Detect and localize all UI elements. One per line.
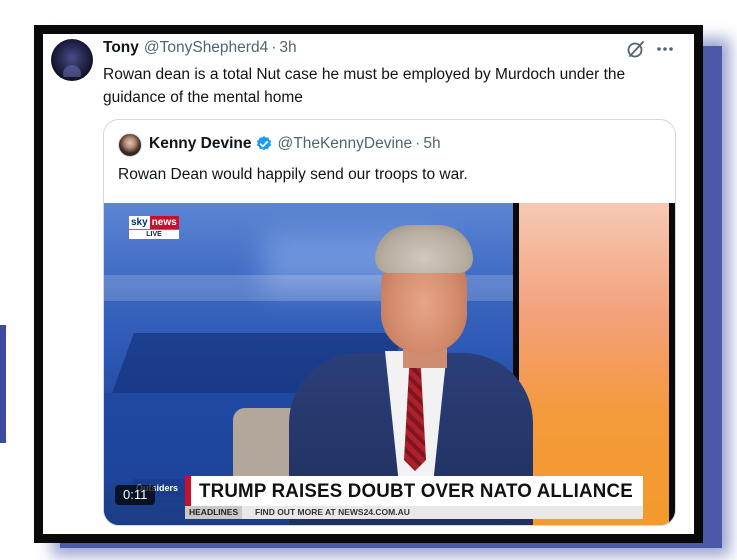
headline-text: TRUMP RAISES DOUBT OVER NATO ALLIANCE [199,480,633,502]
quoted-tweet-time[interactable]: 5h [423,135,440,153]
author-name[interactable]: Tony [103,39,139,57]
quoted-tweet-text: Rowan Dean would happily send our troops… [118,166,468,183]
more-icon[interactable] [654,39,676,59]
video-edge [669,203,675,525]
logo-news: news [149,216,179,229]
ticker-bar: HEADLINES FIND OUT MORE AT NEWS24.COM.AU [185,506,643,519]
quoted-tweet[interactable]: Kenny Devine @TheKennyDevine · 5h Rowan … [103,119,676,526]
tweet-time[interactable]: 3h [279,39,296,57]
headline-bar: TRUMP RAISES DOUBT OVER NATO ALLIANCE [185,476,643,506]
screenshot-frame: Tony @TonyShepherd4 · 3h Rowan dean is a… [0,0,737,560]
separator-dot: · [271,39,277,56]
video-duration-badge: 0:11 [115,485,156,505]
ticker-text: FIND OUT MORE AT NEWS24.COM.AU [255,507,410,517]
quoted-author-handle[interactable]: @TheKennyDevine [278,135,413,153]
quoted-header: Kenny Devine @TheKennyDevine · 5h [149,135,441,153]
ticker-label: HEADLINES [185,506,243,519]
video-player[interactable]: sky news LIVE Outsiders TRUMP RAISES DOU… [104,203,675,525]
presenter-hair [375,225,473,273]
quoted-separator-dot: · [415,135,421,152]
verified-badge-icon [256,136,271,151]
side-accent [0,325,6,443]
lower-third: Outsiders TRUMP RAISES DOUBT OVER NATO A… [104,476,669,519]
quoted-author-name[interactable]: Kenny Devine [149,135,252,153]
quoted-avatar[interactable] [118,133,142,157]
tweet-header: Tony @TonyShepherd4 · 3h [103,39,297,59]
logo-sky: sky [129,216,150,229]
sky-news-logo: sky news LIVE [129,216,181,240]
live-tag: LIVE [129,230,179,239]
avatar[interactable] [51,39,93,81]
tweet-card[interactable]: Tony @TonyShepherd4 · 3h Rowan dean is a… [43,34,694,534]
tweet-text: Rowan dean is a total Nut case he must b… [103,66,626,106]
grok-icon[interactable] [626,39,646,59]
author-handle[interactable]: @TonyShepherd4 [144,39,268,57]
